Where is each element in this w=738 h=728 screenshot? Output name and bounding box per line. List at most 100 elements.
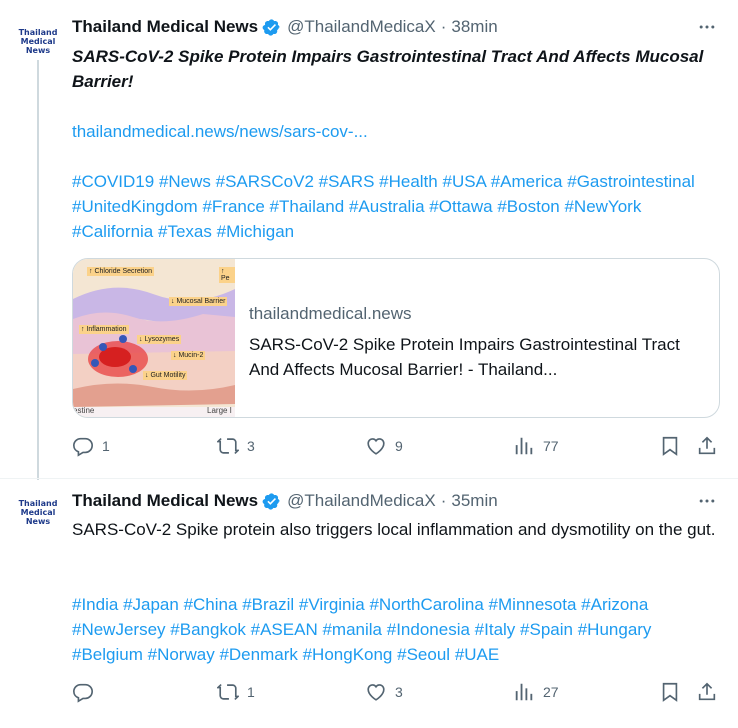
hashtag-link[interactable]: #COVID19: [72, 172, 154, 191]
hashtag-link[interactable]: #Belgium: [72, 645, 143, 664]
hashtag-link[interactable]: #Ottawa: [429, 197, 492, 216]
card-image-label: ↑ Chloride Secretion: [87, 267, 155, 276]
hashtag-link[interactable]: #Arizona: [581, 595, 648, 614]
hashtag-link[interactable]: #ASEAN: [251, 620, 318, 639]
hashtag-link[interactable]: #Seoul: [397, 645, 450, 664]
hashtag-link[interactable]: #manila: [322, 620, 382, 639]
hashtag-link[interactable]: #Thailand: [270, 197, 345, 216]
hashtag-link[interactable]: #UAE: [455, 645, 499, 664]
hashtag-link[interactable]: #HongKong: [303, 645, 393, 664]
share-button[interactable]: [696, 681, 718, 703]
link-preview-card[interactable]: ↑ Chloride Secretion ↑ Pe ↓ Mucosal Barr…: [72, 258, 720, 418]
like-icon: [367, 684, 385, 701]
repost-button[interactable]: 3: [217, 435, 255, 457]
bookmark-button[interactable]: [659, 435, 681, 457]
share-button[interactable]: [696, 435, 718, 457]
like-count: 3: [395, 684, 403, 700]
author-name[interactable]: Thailand Medical News: [72, 17, 258, 37]
share-icon: [698, 682, 716, 701]
avatar-text-line: Thailand: [18, 499, 58, 508]
hashtag-link[interactable]: #California: [72, 222, 153, 241]
like-button[interactable]: 3: [365, 681, 403, 703]
hashtag-link[interactable]: #Denmark: [219, 645, 297, 664]
hashtag-link[interactable]: #India: [72, 595, 118, 614]
separator-dot: ·: [440, 17, 447, 36]
author-handle[interactable]: @ThailandMedicaX: [287, 491, 436, 511]
card-image-label: ↓ Mucosal Barrier: [169, 297, 228, 306]
hashtag-link[interactable]: #NorthCarolina: [369, 595, 483, 614]
reply-count: 1: [102, 438, 110, 454]
hashtag-link[interactable]: #China: [184, 595, 238, 614]
timestamp[interactable]: 38min: [451, 17, 497, 37]
verified-badge-icon: [262, 492, 281, 511]
hashtag-link[interactable]: #Boston: [497, 197, 559, 216]
reply-button[interactable]: [72, 681, 102, 703]
card-image-label: estine: [73, 406, 95, 415]
hashtag-link[interactable]: #Spain: [520, 620, 573, 639]
article-link[interactable]: thailandmedical.news/news/sars-cov-...: [72, 119, 722, 144]
hashtag-link[interactable]: #News: [159, 172, 211, 191]
bookmark-button[interactable]: [659, 681, 681, 703]
views-button[interactable]: 27: [513, 681, 559, 703]
hashtag-link[interactable]: #Virginia: [299, 595, 365, 614]
author-avatar[interactable]: Thailand Medical News: [12, 499, 64, 551]
share-icon: [698, 436, 716, 455]
view-count: 27: [543, 684, 559, 700]
hashtag-link[interactable]: #France: [202, 197, 264, 216]
thread-line: [37, 60, 39, 480]
card-body: thailandmedical.news SARS-CoV-2 Spike Pr…: [249, 301, 689, 382]
card-image-label: ↓ Mucin-2: [171, 351, 206, 360]
author-handle[interactable]: @ThailandMedicaX: [287, 17, 436, 37]
like-button[interactable]: 9: [365, 435, 403, 457]
tweet-1[interactable]: Thailand Medical News Thailand Medical N…: [0, 0, 738, 480]
timestamp[interactable]: 35min: [451, 491, 497, 511]
views-button[interactable]: 77: [513, 435, 559, 457]
hashtag-link[interactable]: #SARS: [319, 172, 375, 191]
bookmark-icon: [662, 436, 678, 456]
tweet-text: SARS-CoV-2 Spike protein also triggers l…: [72, 520, 716, 539]
reply-button[interactable]: 1: [72, 435, 110, 457]
tweet-actions: 1 3 9 77: [72, 435, 722, 461]
hashtag-link[interactable]: #Indonesia: [387, 620, 470, 639]
hashtag-link[interactable]: #SARSCoV2: [216, 172, 314, 191]
avatar-text-line: Thailand: [18, 28, 58, 37]
hashtag-link[interactable]: #Minnesota: [489, 595, 577, 614]
hashtag-link[interactable]: #America: [491, 172, 563, 191]
more-icon[interactable]: [696, 16, 718, 38]
hashtag-list: #India #Japan #China #Brazil #Virginia #…: [72, 592, 722, 667]
more-icon[interactable]: [696, 490, 718, 512]
repost-icon: [217, 683, 239, 701]
avatar-text-line: News: [25, 517, 51, 526]
hashtag-link[interactable]: #Brazil: [242, 595, 294, 614]
hashtag-link[interactable]: #Norway: [148, 645, 215, 664]
hashtag-link[interactable]: #Italy: [475, 620, 516, 639]
tweet-header: Thailand Medical News @ThailandMedicaX ·…: [72, 490, 498, 512]
hashtag-list: #COVID19 #News #SARSCoV2 #SARS #Health #…: [72, 169, 722, 244]
avatar-text-line: Medical: [20, 37, 56, 46]
hashtag-link[interactable]: #Hungary: [578, 620, 652, 639]
card-image-label: ↓ Gut Motility: [143, 371, 188, 380]
avatar-text-line: News: [25, 46, 51, 55]
hashtag-link[interactable]: #NewJersey: [72, 620, 166, 639]
repost-count: 1: [247, 684, 255, 700]
hashtag-link[interactable]: #USA: [442, 172, 485, 191]
hashtag-link[interactable]: #Health: [379, 172, 438, 191]
repost-count: 3: [247, 438, 255, 454]
hashtag-link[interactable]: #UnitedKingdom: [72, 197, 198, 216]
author-name[interactable]: Thailand Medical News: [72, 491, 258, 511]
repost-icon: [217, 437, 239, 455]
hashtag-link[interactable]: #Texas: [158, 222, 212, 241]
hashtag-link[interactable]: #Japan: [123, 595, 179, 614]
like-count: 9: [395, 438, 403, 454]
hashtag-link[interactable]: #NewYork: [564, 197, 641, 216]
tweet-2[interactable]: Thailand Medical News Thailand Medical N…: [0, 479, 738, 728]
tweet-header: Thailand Medical News @ThailandMedicaX ·…: [72, 16, 498, 38]
hashtag-link[interactable]: #Australia: [349, 197, 425, 216]
repost-button[interactable]: 1: [217, 681, 255, 703]
hashtag-link[interactable]: #Michigan: [217, 222, 295, 241]
avatar-text-line: Medical: [20, 508, 56, 517]
separator-dot: ·: [440, 491, 447, 510]
hashtag-link[interactable]: #Bangkok: [170, 620, 246, 639]
hashtag-link[interactable]: #Gastrointestinal: [567, 172, 695, 191]
card-domain: thailandmedical.news: [249, 304, 412, 323]
